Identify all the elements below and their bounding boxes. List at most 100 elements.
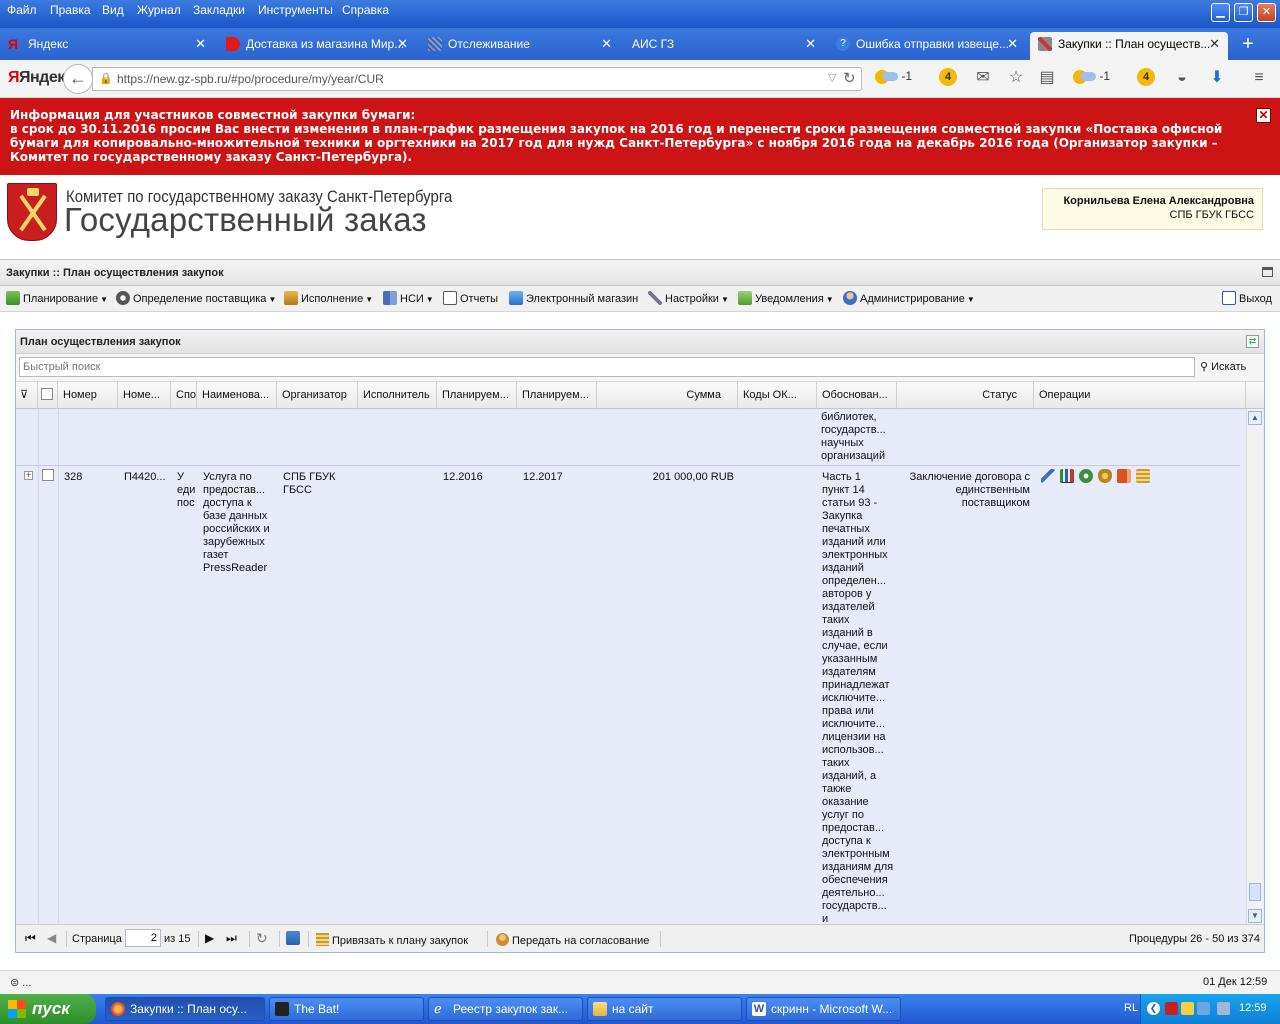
maximize-panel-icon[interactable] bbox=[1262, 267, 1273, 277]
tab-close-icon[interactable]: ✕ bbox=[397, 32, 408, 56]
col-method[interactable]: Спо bbox=[171, 382, 197, 409]
emblem-icon[interactable] bbox=[1098, 469, 1112, 483]
first-page-icon[interactable]: ⏮ bbox=[25, 931, 36, 946]
tab-tracking[interactable]: Отслеживание ✕ bbox=[420, 32, 620, 60]
menu-admin[interactable]: Администрирование ▼ bbox=[843, 291, 975, 305]
menu-view[interactable]: Вид bbox=[102, 3, 124, 17]
tab-error[interactable]: ? Ошибка отправки извеще... ✕ bbox=[828, 32, 1026, 60]
menu-eshop[interactable]: Электронный магазин bbox=[509, 291, 638, 305]
dropdown-icon[interactable]: ▽ bbox=[828, 71, 836, 84]
tab-procurement[interactable]: Закупки :: План осуществ... ✕ bbox=[1030, 32, 1228, 60]
grid-vertical-scrollbar[interactable]: ▲ ▼ bbox=[1246, 409, 1263, 924]
tab-close-icon[interactable]: ✕ bbox=[1209, 32, 1220, 56]
menu-supplier[interactable]: Определение поставщика ▼ bbox=[116, 291, 276, 305]
menu-execution[interactable]: Исполнение ▼ bbox=[284, 291, 373, 305]
book-icon[interactable] bbox=[1117, 469, 1131, 483]
row-expand-icon[interactable]: + bbox=[24, 471, 33, 480]
col-planned-start[interactable]: Планируем... bbox=[437, 382, 517, 409]
filter-clear-icon[interactable]: ⊽ bbox=[16, 382, 38, 409]
task-registry[interactable]: ℯ Реестр закупок зак... bbox=[428, 997, 583, 1021]
tab-close-icon[interactable]: ✕ bbox=[601, 32, 612, 56]
menu-help[interactable]: Справка bbox=[342, 3, 389, 17]
exit-button[interactable]: Выход bbox=[1222, 291, 1272, 305]
scroll-thumb[interactable] bbox=[1249, 883, 1261, 901]
tab-close-icon[interactable]: ✕ bbox=[1007, 32, 1018, 56]
row-checkbox[interactable] bbox=[42, 469, 54, 481]
col-name[interactable]: Наименова... bbox=[197, 382, 277, 409]
refresh-panel-icon[interactable]: ⇄ bbox=[1246, 335, 1259, 348]
download-icon[interactable]: ⬇ bbox=[1207, 68, 1227, 88]
col-organizer[interactable]: Организатор bbox=[277, 382, 358, 409]
tray-arrow-icon[interactable]: ❮ bbox=[1147, 1002, 1160, 1015]
weather-widget-2[interactable]: -1 bbox=[1073, 69, 1110, 84]
back-button[interactable]: ← bbox=[63, 64, 93, 94]
col-okpd[interactable]: Коды ОК... bbox=[738, 382, 817, 409]
col-operations[interactable]: Операции bbox=[1034, 382, 1246, 409]
yandex-badge-icon[interactable]: 4 bbox=[1137, 68, 1155, 86]
minimize-button[interactable]: ▁ bbox=[1211, 3, 1230, 22]
task-folder[interactable]: на сайт bbox=[587, 997, 742, 1021]
pocket-icon[interactable]: ◒ bbox=[1172, 68, 1192, 88]
col-executor[interactable]: Исполнитель bbox=[358, 382, 437, 409]
menu-tools[interactable]: Инструменты bbox=[258, 3, 333, 17]
close-window-button[interactable]: ✕ bbox=[1257, 3, 1276, 22]
weather-widget[interactable]: -1 bbox=[875, 69, 912, 84]
menu-edit[interactable]: Правка bbox=[50, 3, 91, 17]
col-number2[interactable]: Номе... bbox=[118, 382, 171, 409]
banner-close-icon[interactable]: ✕ bbox=[1256, 108, 1271, 123]
menu-notifications[interactable]: Уведомления ▼ bbox=[738, 291, 834, 305]
hamburger-menu-icon[interactable]: ≡ bbox=[1249, 68, 1269, 88]
send-approval-button[interactable]: Передать на согласование bbox=[496, 933, 649, 947]
antivirus-icon[interactable] bbox=[1165, 1002, 1178, 1015]
col-justification[interactable]: Обоснован... bbox=[817, 382, 897, 409]
task-firefox[interactable]: Закупки :: План осу... bbox=[105, 997, 265, 1021]
last-page-icon[interactable]: ⏭ bbox=[226, 931, 237, 946]
reader-icon[interactable]: ▤ bbox=[1037, 68, 1057, 88]
task-thebat[interactable]: The Bat! bbox=[269, 997, 424, 1021]
tray-monitor-icon[interactable] bbox=[1217, 1002, 1230, 1015]
page-number-input[interactable] bbox=[125, 929, 161, 947]
network-icon[interactable] bbox=[1197, 1002, 1210, 1015]
next-page-icon[interactable]: ▶ bbox=[205, 931, 214, 945]
menu-history[interactable]: Журнал bbox=[137, 3, 181, 17]
menu-planning[interactable]: Планирование ▼ bbox=[6, 291, 108, 305]
bookmark-star-icon[interactable]: ☆ bbox=[1006, 68, 1026, 88]
col-sum[interactable]: Сумма bbox=[597, 382, 738, 409]
address-bar[interactable]: 🔒 https://new.gz-spb.ru/#po/procedure/my… bbox=[92, 67, 862, 91]
scroll-icon[interactable] bbox=[1136, 469, 1150, 483]
yandex-badge-icon[interactable]: 4 bbox=[939, 68, 957, 86]
tab-ais-gz[interactable]: АИС ГЗ ✕ bbox=[624, 32, 824, 60]
menu-nsi[interactable]: НСИ ▼ bbox=[383, 291, 434, 305]
gear-icon[interactable] bbox=[1079, 469, 1093, 483]
scroll-down-icon[interactable]: ▼ bbox=[1248, 909, 1262, 923]
maximize-button[interactable]: ❐ bbox=[1234, 3, 1253, 22]
col-number[interactable]: Номер bbox=[58, 382, 118, 409]
tab-yandex[interactable]: Я Яндекс ✕ bbox=[0, 32, 214, 60]
menu-settings[interactable]: Настройки ▼ bbox=[648, 291, 729, 305]
tab-delivery[interactable]: Доставка из магазина Мир... ✕ bbox=[218, 32, 416, 60]
tab-close-icon[interactable]: ✕ bbox=[195, 32, 206, 56]
select-all-checkbox[interactable] bbox=[38, 382, 58, 409]
reload-icon[interactable]: ↻ bbox=[843, 69, 856, 87]
search-button[interactable]: ⚲ Искать bbox=[1200, 360, 1246, 373]
col-planned-end[interactable]: Планируем... bbox=[517, 382, 597, 409]
url-text[interactable]: https://new.gz-spb.ru/#po/procedure/my/y… bbox=[117, 72, 384, 86]
quick-search-input[interactable] bbox=[19, 357, 1195, 377]
chart-icon[interactable] bbox=[1060, 469, 1074, 483]
menu-reports[interactable]: Отчеты bbox=[443, 291, 498, 305]
tray-app-icon[interactable] bbox=[1181, 1002, 1194, 1015]
bind-to-plan-button[interactable]: Привязать к плану закупок bbox=[316, 933, 468, 947]
prev-page-icon[interactable]: ◀ bbox=[47, 931, 56, 945]
start-button[interactable]: пуск bbox=[0, 994, 96, 1024]
new-tab-button[interactable]: + bbox=[1238, 32, 1258, 56]
menu-bookmarks[interactable]: Закладки bbox=[193, 3, 245, 17]
col-status[interactable]: Статус bbox=[897, 382, 1034, 409]
refresh-icon[interactable]: ↻ bbox=[256, 930, 268, 947]
mail-icon[interactable]: ✉ bbox=[973, 68, 993, 88]
user-info[interactable]: Корнильева Елена Александровна СПБ ГБУК … bbox=[1042, 188, 1263, 230]
edit-icon[interactable] bbox=[1041, 469, 1055, 483]
save-icon[interactable] bbox=[286, 931, 300, 945]
scroll-up-icon[interactable]: ▲ bbox=[1248, 411, 1262, 425]
language-indicator[interactable]: RL bbox=[1124, 1002, 1138, 1014]
tab-close-icon[interactable]: ✕ bbox=[805, 32, 816, 56]
